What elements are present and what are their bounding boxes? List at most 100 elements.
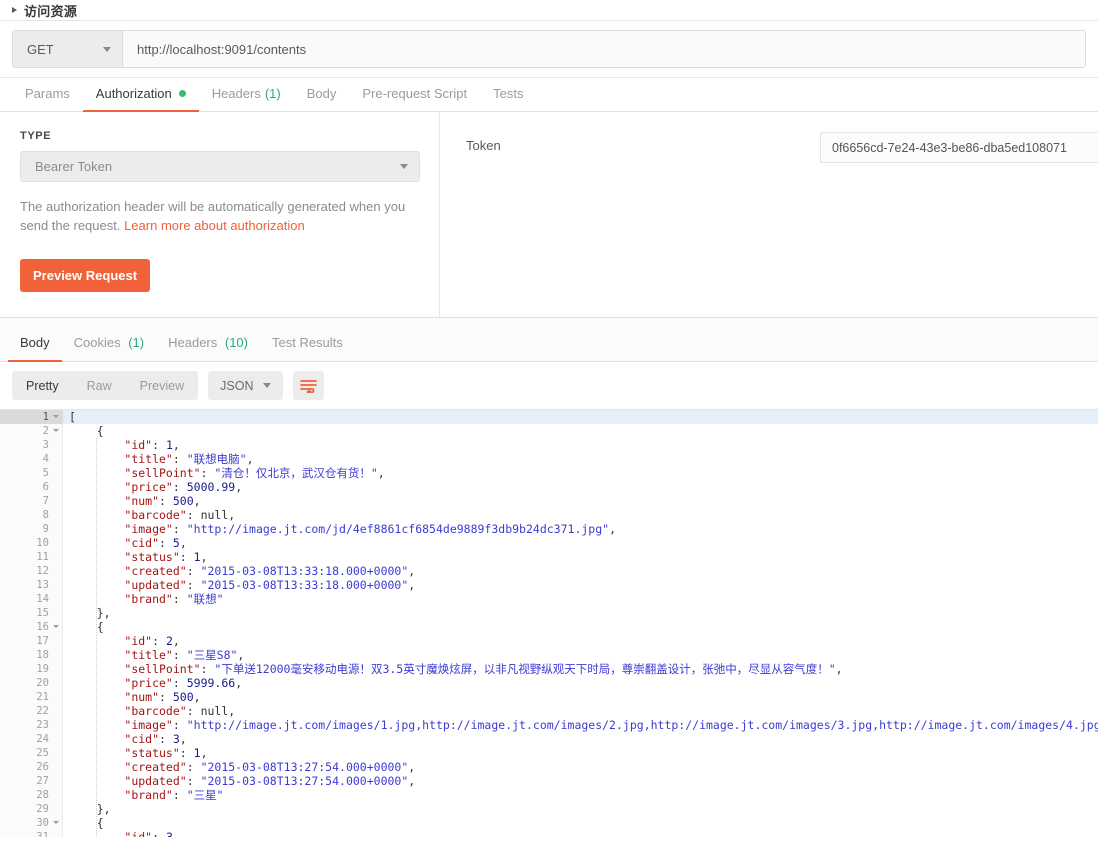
request-tab-params[interactable]: Params (12, 86, 83, 112)
response-tab-test-results[interactable]: Test Results (260, 335, 355, 362)
token-p: , (228, 508, 236, 522)
response-tab-headers[interactable]: Headers (10) (156, 335, 260, 362)
code-line[interactable]: 15 }, (0, 606, 1098, 620)
auth-type-select[interactable]: Bearer Token (20, 151, 420, 182)
token-p: : (186, 774, 201, 788)
code-text: "title": "三星S8", (63, 648, 244, 662)
token-n: 3 (172, 732, 180, 746)
response-tab-body[interactable]: Body (8, 335, 62, 362)
code-line[interactable]: 25 "status": 1, (0, 746, 1098, 760)
line-number: 6 (42, 481, 49, 493)
code-line[interactable]: 26 "created": "2015-03-08T13:27:54.000+0… (0, 760, 1098, 774)
http-method-label: GET (27, 41, 54, 57)
code-line[interactable]: 6 "price": 5000.99, (0, 480, 1098, 494)
token-p: : (152, 634, 166, 648)
code-line[interactable]: 14 "brand": "联想" (0, 592, 1098, 606)
code-line[interactable]: 9 "image": "http://image.jt.com/jd/4ef88… (0, 522, 1098, 536)
line-number: 18 (36, 649, 49, 661)
wrap-lines-button[interactable] (293, 371, 325, 400)
token-k: "price" (124, 480, 173, 494)
token-input[interactable] (820, 132, 1098, 163)
code-line[interactable]: 21 "num": 500, (0, 690, 1098, 704)
code-line[interactable]: 3 "id": 1, (0, 438, 1098, 452)
body-view-raw[interactable]: Raw (73, 371, 126, 400)
token-p: : (186, 508, 201, 522)
request-tab-authorization[interactable]: Authorization (82, 86, 199, 112)
code-line[interactable]: 27 "updated": "2015-03-08T13:27:54.000+0… (0, 774, 1098, 788)
request-tab-pre-request-script[interactable]: Pre-request Script (349, 86, 480, 112)
fold-toggle-icon[interactable] (53, 415, 59, 418)
code-line[interactable]: 5 "sellPoint": "清仓！仅北京，武汉仓有货！", (0, 466, 1098, 480)
preview-request-button[interactable]: Preview Request (20, 259, 151, 292)
token-k: "updated" (124, 774, 187, 788)
http-method-select[interactable]: GET (13, 31, 123, 67)
code-line[interactable]: 19 "sellPoint": "下单送12000毫安移动电源！双3.5英寸魔焕… (0, 662, 1098, 676)
chevron-down-icon (103, 46, 111, 52)
code-line[interactable]: 11 "status": 1, (0, 550, 1098, 564)
body-view-preview[interactable]: Preview (126, 371, 198, 400)
token-n: 3 (165, 830, 173, 837)
code-text: "status": 1, (63, 746, 207, 760)
code-line[interactable]: 16 { (0, 620, 1098, 634)
token-p: , (193, 690, 201, 704)
code-text: "barcode": null, (63, 508, 235, 522)
response-body-editor[interactable]: 1[2 {3 "id": 1, 4 "title": "联想电脑", 5 "sell… (0, 409, 1098, 837)
token-label: Token (466, 138, 501, 153)
code-line[interactable]: 1[ (0, 410, 1098, 424)
code-line[interactable]: 22 "barcode": null, (0, 704, 1098, 718)
token-k: "brand" (124, 592, 173, 606)
code-line[interactable]: 10 "cid": 5, (0, 536, 1098, 550)
response-tab-count: (1) (124, 335, 145, 350)
response-tab-cookies[interactable]: Cookies (1) (62, 335, 156, 362)
learn-more-link[interactable]: Learn more about authorization (124, 218, 305, 233)
code-text: "num": 500, (63, 494, 200, 508)
token-p: , (235, 480, 243, 494)
line-number: 2 (0, 424, 63, 438)
token-p: { (96, 816, 104, 830)
token-k: "status" (124, 746, 180, 760)
code-text: "brand": "联想" (63, 592, 223, 606)
code-text: { (63, 424, 104, 438)
fold-toggle-icon[interactable] (53, 429, 59, 432)
request-tab-headers[interactable]: Headers (1) (199, 86, 294, 112)
access-resource-section-header[interactable]: 访问资源 (0, 0, 1098, 21)
token-k: "id" (124, 634, 153, 648)
code-line[interactable]: 2 { (0, 424, 1098, 438)
request-tab-body[interactable]: Body (294, 86, 350, 112)
code-line[interactable]: 4 "title": "联想电脑", (0, 452, 1098, 466)
code-line[interactable]: 8 "barcode": null, (0, 508, 1098, 522)
token-s: "2015-03-08T13:33:18.000+0000" (200, 564, 409, 578)
token-p: : (172, 718, 187, 732)
request-url-input[interactable] (123, 31, 1085, 67)
body-format-select[interactable]: JSON (208, 371, 284, 400)
token-k: "id" (124, 438, 153, 452)
body-view-pretty[interactable]: Pretty (12, 371, 73, 400)
code-line[interactable]: 18 "title": "三星S8", (0, 648, 1098, 662)
fold-toggle-icon[interactable] (53, 821, 59, 824)
token-p: : (172, 452, 187, 466)
token-p: : (200, 466, 215, 480)
code-line[interactable]: 28 "brand": "三星" (0, 788, 1098, 802)
code-line[interactable]: 17 "id": 2, (0, 634, 1098, 648)
token-k: "status" (124, 550, 180, 564)
code-line[interactable]: 12 "created": "2015-03-08T13:33:18.000+0… (0, 564, 1098, 578)
line-number: 29 (36, 803, 49, 815)
fold-toggle-icon[interactable] (53, 625, 59, 628)
code-line[interactable]: 23 "image": "http://image.jt.com/images/… (0, 718, 1098, 732)
request-tab-tests[interactable]: Tests (480, 86, 536, 112)
token-p: : (152, 438, 166, 452)
line-number: 31 (36, 831, 49, 837)
auth-right-column: Token (440, 112, 1098, 317)
code-line[interactable]: 30 { (0, 816, 1098, 830)
code-line[interactable]: 24 "cid": 3, (0, 732, 1098, 746)
code-text: [ (63, 410, 76, 424)
code-line[interactable]: 31 "id": 3 (0, 830, 1098, 837)
code-line[interactable]: 29 }, (0, 802, 1098, 816)
token-p: }, (96, 802, 111, 816)
code-line[interactable]: 13 "updated": "2015-03-08T13:33:18.000+0… (0, 578, 1098, 592)
token-p: , (408, 578, 416, 592)
code-line[interactable]: 7 "num": 500, (0, 494, 1098, 508)
code-line[interactable]: 20 "price": 5999.66, (0, 676, 1098, 690)
code-text: "image": "http://image.jt.com/images/1.j… (63, 718, 1098, 732)
code-text: { (63, 620, 104, 634)
